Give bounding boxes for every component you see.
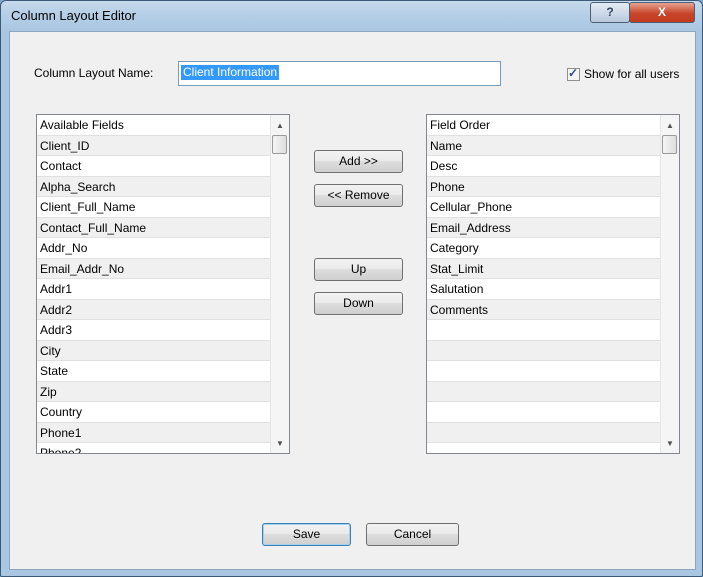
save-button[interactable]: Save <box>262 523 351 546</box>
available-fields-rows: Available Fields Client_ID Contact Alpha_Se… <box>37 115 271 453</box>
help-icon: ? <box>606 5 614 19</box>
field-order-list[interactable]: Field Order Name Desc Phone Cellular_Phone Em… <box>426 114 680 454</box>
available-field-list-item[interactable]: Alpha_Search <box>37 176 271 197</box>
field-order-list-item[interactable]: Phone <box>427 176 661 197</box>
field-order-list-item[interactable]: Email_Address <box>427 217 661 238</box>
available-field-list-item[interactable]: Zip <box>37 381 271 402</box>
title-bar: Column Layout Editor ? X <box>1 1 702 31</box>
available-field-list-item[interactable]: Client_Full_Name <box>37 197 271 218</box>
help-button[interactable]: ? <box>590 2 630 23</box>
add-button[interactable]: Add >> <box>314 150 403 173</box>
available-field-list-item[interactable]: Contact_Full_Name <box>37 217 271 238</box>
field-order-list-item[interactable]: Cellular_Phone <box>427 197 661 218</box>
available-field-list-item[interactable]: Phone2 <box>37 443 271 453</box>
layout-name-value: Client Information <box>181 65 280 80</box>
available-field-list-item[interactable]: Contact <box>37 156 271 177</box>
cancel-button[interactable]: Cancel <box>366 523 459 546</box>
scroll-up-arrow-icon[interactable]: ▲ <box>271 117 289 134</box>
available-field-list-item[interactable]: Email_Addr_No <box>37 258 271 279</box>
remove-button[interactable]: << Remove <box>314 184 403 207</box>
available-field-list-item[interactable]: Addr3 <box>37 320 271 341</box>
field-order-list-item[interactable]: Desc <box>427 156 661 177</box>
scroll-down-arrow-icon[interactable]: ▼ <box>271 435 289 452</box>
field-order-list-item[interactable] <box>427 443 661 453</box>
move-down-button[interactable]: Down <box>314 292 403 315</box>
available-field-list-item[interactable]: Country <box>37 402 271 423</box>
field-order-list-item[interactable] <box>427 340 661 361</box>
field-order-list-item[interactable] <box>427 402 661 423</box>
available-field-list-item[interactable]: Client_ID <box>37 135 271 156</box>
scroll-up-arrow-icon[interactable]: ▲ <box>661 117 679 134</box>
available-field-list-item[interactable]: Addr2 <box>37 299 271 320</box>
field-order-list-item[interactable]: Salutation <box>427 279 661 300</box>
show-all-users-label: Show for all users <box>584 67 680 81</box>
available-field-header: Available Fields <box>37 115 271 136</box>
available-field-list-item[interactable]: State <box>37 361 271 382</box>
move-up-button[interactable]: Up <box>314 258 403 281</box>
scroll-down-arrow-icon[interactable]: ▼ <box>661 435 679 452</box>
available-field-list-item[interactable]: Phone1 <box>37 422 271 443</box>
field-order-list-item[interactable] <box>427 422 661 443</box>
scroll-thumb[interactable] <box>272 135 287 154</box>
checkmark-icon: ✓ <box>568 66 579 80</box>
available-fields-list[interactable]: Available Fields Client_ID Contact Alpha_Se… <box>36 114 290 454</box>
available-field-list-item[interactable]: City <box>37 340 271 361</box>
dialog-window: Column Layout Editor ? X Column Layout N… <box>0 0 703 577</box>
scroll-thumb[interactable] <box>662 135 677 154</box>
layout-name-input[interactable]: Client Information <box>178 61 501 86</box>
dialog-client-area: Column Layout Name: Client Information ✓… <box>9 31 696 570</box>
close-icon: X <box>657 5 666 19</box>
field-order-list-item[interactable]: Category <box>427 238 661 259</box>
available-fields-scrollbar[interactable]: ▲ ▼ <box>270 115 289 453</box>
window-title: Column Layout Editor <box>11 8 137 23</box>
field-order-list-item[interactable]: Stat_Limit <box>427 258 661 279</box>
field-order-list-item[interactable]: Comments <box>427 299 661 320</box>
field-order-rows: Field Order Name Desc Phone Cellular_Phone Em… <box>427 115 661 453</box>
field-order-header: Field Order <box>427 115 661 136</box>
field-order-scrollbar[interactable]: ▲ ▼ <box>660 115 679 453</box>
show-all-users-checkbox[interactable]: ✓ <box>567 66 580 81</box>
field-order-list-item[interactable] <box>427 320 661 341</box>
available-field-list-item[interactable]: Addr1 <box>37 279 271 300</box>
field-order-list-item[interactable] <box>427 381 661 402</box>
field-order-list-item[interactable] <box>427 361 661 382</box>
field-order-list-item[interactable]: Name <box>427 135 661 156</box>
available-field-list-item[interactable]: Addr_No <box>37 238 271 259</box>
layout-name-label: Column Layout Name: <box>34 66 154 80</box>
close-button[interactable]: X <box>629 2 695 23</box>
